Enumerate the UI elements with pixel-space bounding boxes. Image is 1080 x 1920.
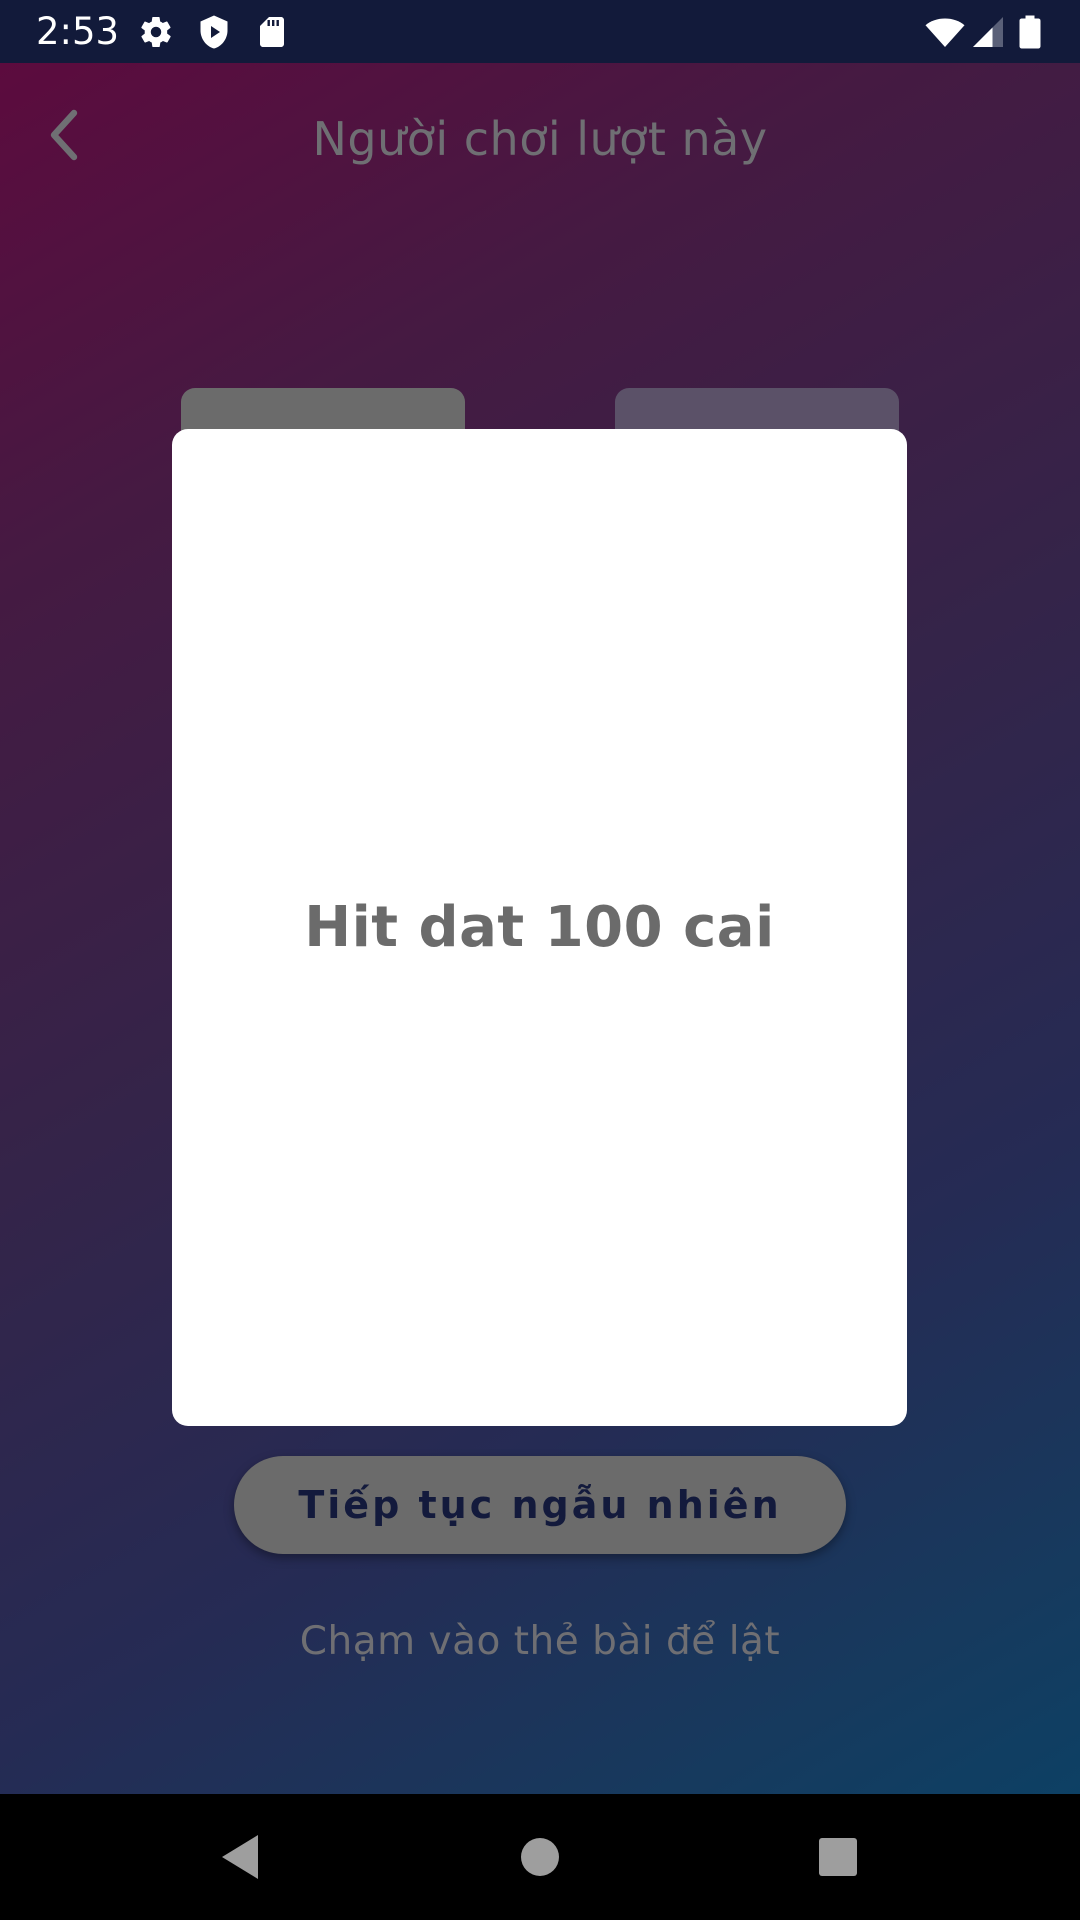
continue-random-button[interactable]: Tiếp tục ngẫu nhiên bbox=[234, 1456, 846, 1554]
recents-square-icon bbox=[819, 1838, 857, 1876]
home-circle-icon bbox=[521, 1838, 559, 1876]
tap-hint: Chạm vào thẻ bài để lật bbox=[299, 1619, 781, 1664]
sd-card-icon bbox=[254, 14, 290, 50]
gear-icon bbox=[138, 14, 174, 50]
nav-home-button[interactable] bbox=[508, 1825, 572, 1889]
status-bar: 2:53 bbox=[0, 0, 1080, 63]
card-text: Hit dat 100 cai bbox=[304, 895, 775, 960]
nav-recents-button[interactable] bbox=[806, 1825, 870, 1889]
wifi-icon bbox=[924, 14, 966, 50]
back-triangle-icon bbox=[222, 1835, 258, 1879]
signal-icon bbox=[970, 14, 1006, 50]
status-time: 2:53 bbox=[36, 10, 120, 53]
nav-back-button[interactable] bbox=[208, 1825, 272, 1889]
app-screen: Người chơi lượt này Hit dat 100 cai Tiếp… bbox=[0, 63, 1080, 1794]
flip-card[interactable]: Hit dat 100 cai bbox=[172, 429, 907, 1426]
page-title: Người chơi lượt này bbox=[312, 112, 768, 166]
battery-icon bbox=[1016, 14, 1044, 50]
shield-play-icon bbox=[196, 14, 232, 50]
navigation-bar bbox=[0, 1794, 1080, 1920]
